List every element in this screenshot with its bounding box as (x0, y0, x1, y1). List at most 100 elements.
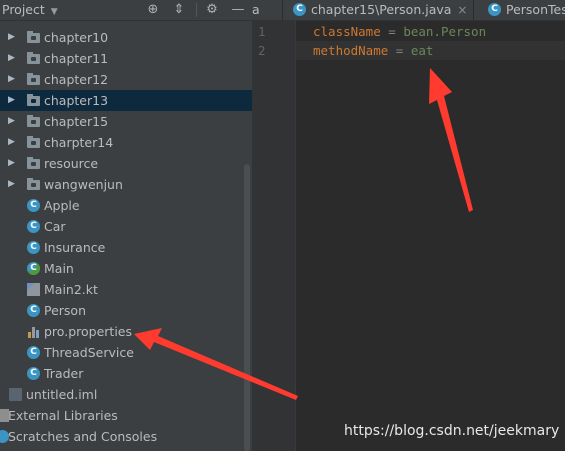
tree-item-chapter10[interactable]: ▶ chapter10 (0, 27, 252, 48)
tree-item-label: chapter11 (44, 51, 109, 66)
tree-item-chapter13[interactable]: ▶ chapter13 (0, 90, 252, 111)
close-icon[interactable]: × (457, 3, 467, 17)
tree-item-label: untitled.iml (26, 387, 98, 402)
project-view-selector[interactable]: Project ▼ (2, 2, 58, 17)
tree-item-label: chapter15 (44, 114, 109, 129)
code-line-1[interactable]: className = bean.Person (313, 24, 486, 39)
tab-divider (473, 0, 474, 20)
folder-icon (27, 94, 40, 106)
tree-item-main2-kt[interactable]: Main2.kt (0, 279, 252, 300)
folder-icon (27, 31, 40, 43)
sidebar-scrollbar[interactable] (244, 164, 250, 451)
tree-item-pro-properties[interactable]: pro.properties (0, 321, 252, 342)
class-icon: C (27, 199, 40, 212)
header-divider (196, 3, 197, 17)
tree-item-car[interactable]: C Car (0, 216, 252, 237)
expand-arrow-icon[interactable]: ▶ (8, 111, 15, 132)
tree-item-scratches[interactable]: Scratches and Consoles (0, 426, 252, 447)
expand-arrow-icon[interactable]: ▶ (8, 90, 15, 111)
tree-item-insurance[interactable]: C Insurance (0, 237, 252, 258)
tree-item-resource[interactable]: ▶ resource (0, 153, 252, 174)
watermark-text: https://blog.csdn.net/jeekmary (344, 423, 560, 439)
folder-icon (27, 157, 40, 169)
tree-item-label: ThreadService (44, 345, 134, 360)
line-number: 1 (258, 24, 266, 39)
folder-icon (27, 136, 40, 148)
class-icon: C (27, 304, 40, 317)
tree-item-label: Apple (44, 198, 80, 213)
tab-label: a (252, 2, 260, 17)
line-number: 2 (258, 43, 266, 58)
code-line-2[interactable]: methodName = eat (313, 43, 433, 58)
tree-item-label: Trader (44, 366, 84, 381)
gear-icon[interactable]: ⚙ (203, 1, 221, 19)
class-icon: C (27, 367, 40, 380)
expand-arrow-icon[interactable]: ▶ (8, 174, 15, 195)
tree-item-untitled-iml[interactable]: untitled.iml (0, 384, 252, 405)
tree-item-person[interactable]: C Person (0, 300, 252, 321)
tree-item-label: wangwenjun (44, 177, 123, 192)
tree-item-label: charpter14 (44, 135, 114, 150)
tree-item-charpter14[interactable]: ▶ charpter14 (0, 132, 252, 153)
property-value: eat (410, 43, 434, 58)
tree-item-label: pro.properties (44, 324, 132, 339)
tab-label: PersonTest.ja (506, 2, 565, 17)
tree-item-label: Person (44, 303, 87, 318)
folder-icon (27, 178, 40, 190)
tree-item-main[interactable]: C Main (0, 258, 252, 279)
tab-partial-left[interactable]: a (252, 0, 260, 20)
expand-arrow-icon[interactable]: ▶ (8, 132, 15, 153)
tree-item-label: Main (44, 261, 74, 276)
collapse-icon[interactable]: ⇕ (170, 1, 188, 19)
minimize-icon[interactable]: — (229, 1, 247, 19)
tab-person-java[interactable]: C chapter15\Person.java × (293, 0, 467, 20)
expand-arrow-icon[interactable]: ▶ (8, 27, 15, 48)
tab-divider (282, 0, 283, 20)
tab-persontest[interactable]: C PersonTest.ja (488, 0, 565, 20)
property-value: bean.Person (403, 24, 487, 39)
expand-arrow-icon[interactable]: ▶ (8, 48, 15, 69)
line-number-gutter: 1 2 (252, 21, 296, 451)
kotlin-file-icon (27, 283, 40, 296)
iml-file-icon (9, 388, 22, 401)
property-key: methodName (313, 43, 389, 58)
tree-item-wangwenjun[interactable]: ▶ wangwenjun (0, 174, 252, 195)
expand-arrow-icon[interactable]: ▶ (8, 153, 15, 174)
tree-item-chapter11[interactable]: ▶ chapter11 (0, 48, 252, 69)
tree-item-chapter12[interactable]: ▶ chapter12 (0, 69, 252, 90)
class-icon: C (293, 3, 306, 16)
tree-item-apple[interactable]: C Apple (0, 195, 252, 216)
folder-icon (27, 52, 40, 64)
code-editor[interactable]: 1 2 className = bean.Person methodName =… (252, 21, 565, 451)
tree-item-chapter15[interactable]: ▶ chapter15 (0, 111, 252, 132)
editor-tab-bar: a C chapter15\Person.java × C PersonTest.… (252, 0, 565, 21)
class-icon: C (27, 220, 40, 233)
class-icon: C (488, 3, 501, 16)
property-separator: = (380, 24, 404, 39)
tree-item-label: chapter10 (44, 30, 109, 45)
folder-icon (27, 73, 40, 85)
class-icon: C (27, 346, 40, 359)
tree-item-trader[interactable]: C Trader (0, 363, 252, 384)
property-key: className (313, 24, 381, 39)
main-class-icon: C (27, 262, 40, 275)
tree-item-label: Car (44, 219, 66, 234)
tree-item-label: resource (44, 156, 99, 171)
tree-item-threadservice[interactable]: C ThreadService (0, 342, 252, 363)
tree-item-label: Scratches and Consoles (8, 429, 158, 444)
tree-item-label: chapter12 (44, 72, 109, 87)
tree-item-label: chapter13 (44, 93, 109, 108)
tree-item-label: External Libraries (8, 408, 118, 423)
expand-arrow-icon[interactable]: ▶ (8, 69, 15, 90)
class-icon: C (27, 241, 40, 254)
crosshair-icon[interactable]: ⊕ (144, 1, 162, 19)
project-tree: ▶ chapter10 ▶ chapter11 ▶ chapter12 ▶ ch… (0, 27, 252, 447)
folder-icon (27, 115, 40, 127)
tab-label: chapter15\Person.java (311, 2, 452, 17)
project-panel-header: Project ▼ ⊕ ⇕ ⚙ — (0, 0, 252, 21)
property-separator: = (388, 43, 411, 58)
tree-item-label: Insurance (44, 240, 106, 255)
tree-item-external-libraries[interactable]: External Libraries (0, 405, 252, 426)
properties-file-icon (27, 325, 40, 338)
tree-item-label: Main2.kt (44, 282, 98, 297)
